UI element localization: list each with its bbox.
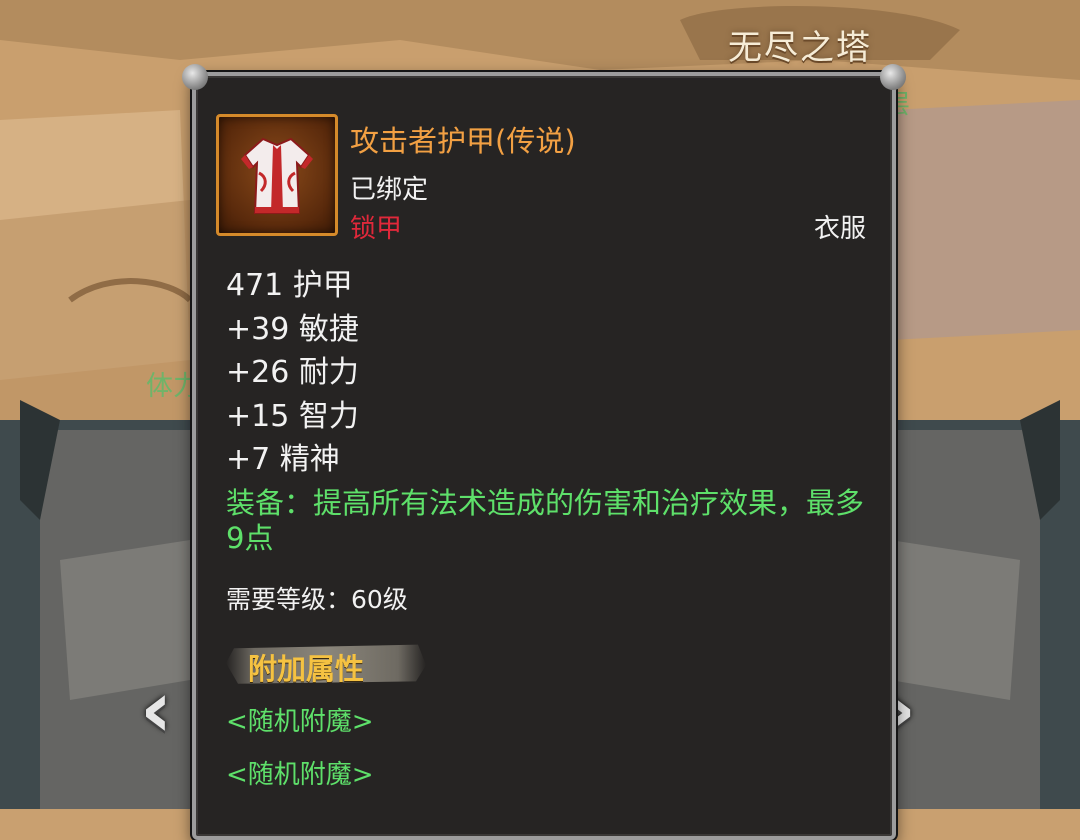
prev-arrow-button[interactable]: ‹ <box>140 665 172 755</box>
stat-list: 471 护甲 +39 敏捷 +26 耐力 +15 智力 +7 精神 <box>226 264 359 482</box>
panel-rivet-top-right <box>880 64 906 90</box>
armor-type: 锁甲 <box>350 214 403 244</box>
required-level: 需要等级：60级 <box>226 585 408 614</box>
item-icon-frame <box>216 114 338 236</box>
random-enchant-1: <随机附魔> <box>226 707 374 737</box>
location-title: 无尽之塔 <box>728 28 872 68</box>
item-tooltip-panel: 攻击者护甲(传说) 已绑定 锁甲 衣服 471 护甲 +39 敏捷 +26 耐力… <box>182 64 906 840</box>
binding-status: 已绑定 <box>350 175 429 205</box>
extra-attributes-title: 附加属性 <box>248 652 365 686</box>
equip-slot: 衣服 <box>813 214 866 244</box>
stat-spirit: +7 精神 <box>226 442 340 477</box>
stat-intellect: +15 智力 <box>226 398 359 434</box>
stat-agility: +39 敏捷 <box>226 311 359 347</box>
stat-stamina: +26 耐力 <box>226 355 359 390</box>
robe-armor-icon <box>241 137 313 214</box>
equip-effect: 装备：提高所有法术造成的伤害和治疗效果，最多9点 <box>226 486 865 555</box>
stat-armor: 471 护甲 <box>226 268 353 303</box>
panel-rivet-top-left <box>182 64 208 90</box>
random-enchant-2: <随机附魔> <box>226 760 374 790</box>
item-name: 攻击者护甲(传说) <box>350 124 576 158</box>
